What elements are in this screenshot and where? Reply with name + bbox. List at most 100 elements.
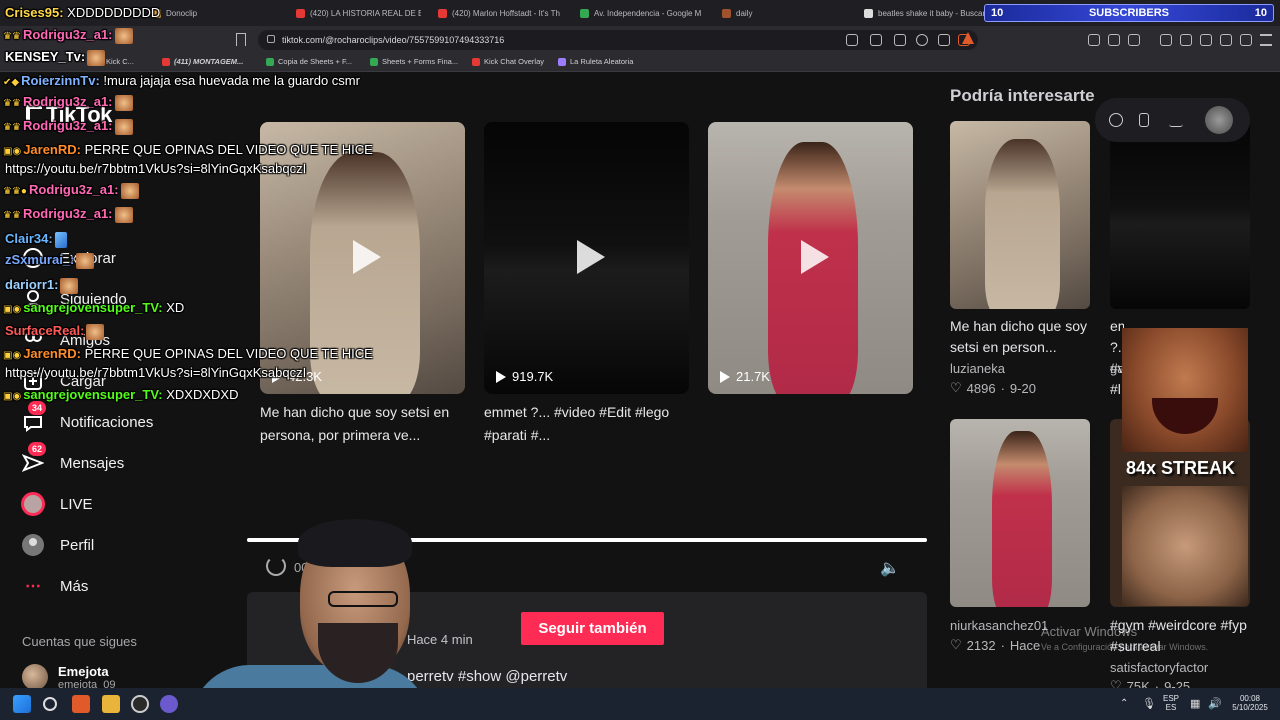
language-code: ESP [1163,694,1180,703]
video-card[interactable]: 21.7K [708,122,913,394]
account-name: Emejota [58,664,109,679]
video-caption[interactable]: Me han dicho que soy setsi en persona, p… [260,401,470,447]
windows-activation-subtext: Ve a Configuración para activar Windows. [1041,642,1209,652]
app-icon[interactable] [160,695,178,713]
play-icon[interactable] [352,240,381,274]
extension-icon[interactable] [1088,34,1100,46]
emote-icon [114,94,133,111]
brave-browser-icon[interactable] [72,695,90,713]
tab-label: (420) Marlon Hoffstadt - It's Th [452,8,560,18]
bookmark-icon[interactable] [236,33,246,46]
nav-item-mensajes[interactable]: 62 Mensajes [20,442,124,478]
bookmark-item[interactable]: Sheets + Forms Fina... [370,57,458,66]
like-count: 2132 [966,637,996,653]
url-field[interactable]: tiktok.com/@rocharoclips/video/755759910… [258,30,978,50]
post-hashtags[interactable]: perretv #show @perretv [407,668,567,685]
screen-cast-icon[interactable] [870,34,882,46]
chat-username: zSxmurai_: [5,252,75,267]
bookmark-item[interactable]: (411) MONTAGEM... [162,57,243,66]
avatar[interactable] [1205,106,1233,134]
leo-icon[interactable] [1220,34,1232,46]
tray-chevron-icon[interactable]: ⌃ [1120,698,1128,709]
follow-button[interactable]: Seguir también [521,612,664,645]
zoom-icon[interactable] [916,34,928,46]
browser-tab[interactable]: beatles shake it baby - Buscar [864,4,984,22]
nav-item-perfil[interactable]: Perfil [20,530,94,560]
profile-icon [20,532,46,558]
video-caption[interactable]: emmet ?... #video #Edit #lego #parati #.… [484,401,694,447]
view-count: 919.7K [496,369,553,384]
play-icon[interactable] [576,240,605,274]
media-icon[interactable] [1160,34,1172,46]
phone-icon[interactable] [1139,113,1149,127]
tab-label: (420) LA HISTORIA REAL DE ES [310,8,421,18]
post-date: Hace [1009,637,1041,653]
chat-text: XDXDXDXD [162,387,239,402]
chat-message: KENSEY_Tv: [3,48,106,66]
chat-message: dariorr1: [3,276,79,294]
bookmark-item[interactable]: Copia de Sheets + F... [266,57,352,66]
browser-tab[interactable]: (420) LA HISTORIA REAL DE ES [296,4,421,22]
microphone-icon[interactable]: 🎙 [1142,697,1156,710]
browser-tab[interactable]: daily [722,4,842,22]
bookmark-label: Kick C... [106,57,134,66]
keyboard-code: ES [1165,703,1177,712]
chat-message: ♛♛ Rodrigu3z_a1: [3,205,133,224]
volume-icon[interactable]: 🔈 [880,558,900,578]
network-icon[interactable]: ▦ [1190,697,1200,710]
suggested-video-user[interactable]: luzianeka [950,361,1005,376]
language-indicator[interactable]: ESP ES [1163,694,1179,712]
wallet-icon[interactable] [1200,34,1212,46]
chat-message: zSxmurai_: [3,251,95,269]
site-info-icon[interactable] [267,35,275,43]
nav-item-live[interactable]: LIVE [20,489,93,519]
suggested-video-card[interactable] [950,419,1090,607]
file-explorer-icon[interactable] [102,695,120,713]
reader-mode-icon[interactable] [846,34,858,46]
bookmark-item[interactable]: Kick Chat Overlay [472,57,544,66]
bookmark-item[interactable]: La Ruleta Aleatoria [558,57,633,66]
share-icon[interactable] [938,34,950,46]
obs-icon[interactable] [131,695,149,713]
suggested-video-caption[interactable]: Me han dicho que soy setsi en person... [950,316,1100,358]
tab-favicon-icon [722,8,731,18]
suggested-video-user[interactable]: satisfactoryfactor [1110,660,1208,675]
chat-message: Clair34: [3,230,67,248]
video-card[interactable]: 919.7K [484,122,689,394]
emote-icon [76,252,95,269]
browser-tab[interactable]: Av. Independencia - Google M [580,4,706,22]
windows-start-icon[interactable] [13,695,31,713]
suggested-video-card[interactable] [1110,121,1250,309]
clock[interactable]: 00:08 5/10/2025 [1228,694,1272,712]
tab-label: Av. Independencia - Google M [594,8,702,18]
bookmark-label: Copia de Sheets + F... [278,57,353,66]
chat-username: Rodrigu3z_a1: [22,206,113,221]
chat-message: ♛♛ Rodrigu3z_a1: [3,26,133,45]
video-thumbnail [992,431,1052,607]
emote-icon [114,27,133,44]
play-icon[interactable] [800,240,829,274]
browser-tab[interactable]: (420) Marlon Hoffstadt - It's Th [438,4,564,22]
vpn-icon[interactable] [1240,34,1252,46]
volume-tray-icon[interactable]: 🔊 [1208,697,1222,710]
nav-item-mas[interactable]: ⋯ Más [20,571,88,601]
disc-icon[interactable] [1109,113,1123,127]
translate-icon[interactable] [894,34,906,46]
emote-icon [54,231,67,248]
extension-icon[interactable] [1108,34,1120,46]
sidebar-icon[interactable] [1180,34,1192,46]
chat-message: ♛♛ Rodrigu3z_a1: [3,93,133,112]
suggested-video-user[interactable]: niurkasanchez01 [950,618,1048,633]
extension-icon[interactable] [1128,34,1140,46]
download-icon[interactable] [1169,113,1183,127]
browser-tab[interactable]: Donoclip [152,4,282,22]
menu-icon[interactable] [1260,34,1272,46]
suggested-video-card[interactable] [950,121,1090,309]
nav-item-notificaciones[interactable]: 34 Notificaciones [20,401,153,437]
subscriber-goal-widget: 10 SUBSCRIBERS 10 [984,4,1274,22]
inbox-icon: 34 [20,401,47,435]
chat-badge-icon: ♛♛ [3,210,21,221]
followed-account[interactable]: Emejota emejota_09 [22,664,116,691]
chat-message: ♛♛● Rodrigu3z_a1: [3,181,139,200]
search-icon[interactable] [43,697,57,711]
